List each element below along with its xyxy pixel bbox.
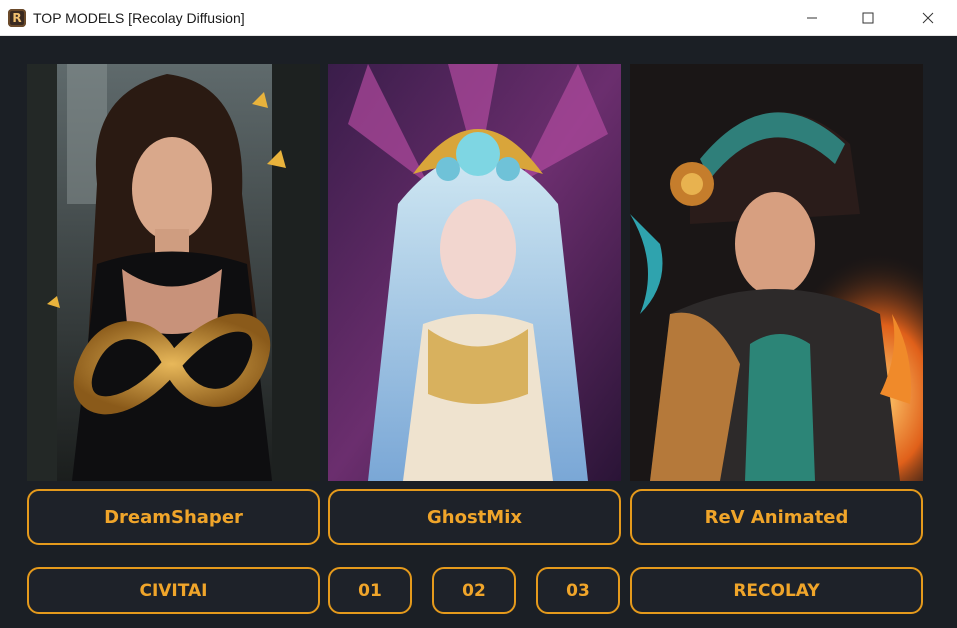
- app-icon: R: [8, 8, 26, 27]
- minimize-icon: [807, 17, 817, 19]
- minimize-button[interactable]: [789, 0, 835, 36]
- title-bar: R TOP MODELS [Recolay Diffusion]: [0, 0, 957, 36]
- model-image-rev-animated[interactable]: [630, 64, 923, 481]
- model-image-ghostmix[interactable]: [328, 64, 621, 481]
- recolay-button[interactable]: RECOLAY: [630, 567, 923, 614]
- rev-animated-button[interactable]: ReV Animated: [630, 489, 923, 545]
- dreamshaper-button[interactable]: DreamShaper: [27, 489, 320, 545]
- civitai-button[interactable]: CIVITAI: [27, 567, 320, 614]
- maximize-icon: [862, 12, 874, 24]
- page-03-button[interactable]: 03: [536, 567, 620, 614]
- maximize-button[interactable]: [845, 0, 891, 36]
- window-title: TOP MODELS [Recolay Diffusion]: [33, 9, 245, 26]
- ghostmix-button[interactable]: GhostMix: [328, 489, 621, 545]
- page-01-button[interactable]: 01: [328, 567, 412, 614]
- close-icon: [922, 12, 934, 24]
- model-image-dreamshaper[interactable]: [27, 64, 320, 481]
- close-button[interactable]: [905, 0, 951, 36]
- page-02-button[interactable]: 02: [432, 567, 516, 614]
